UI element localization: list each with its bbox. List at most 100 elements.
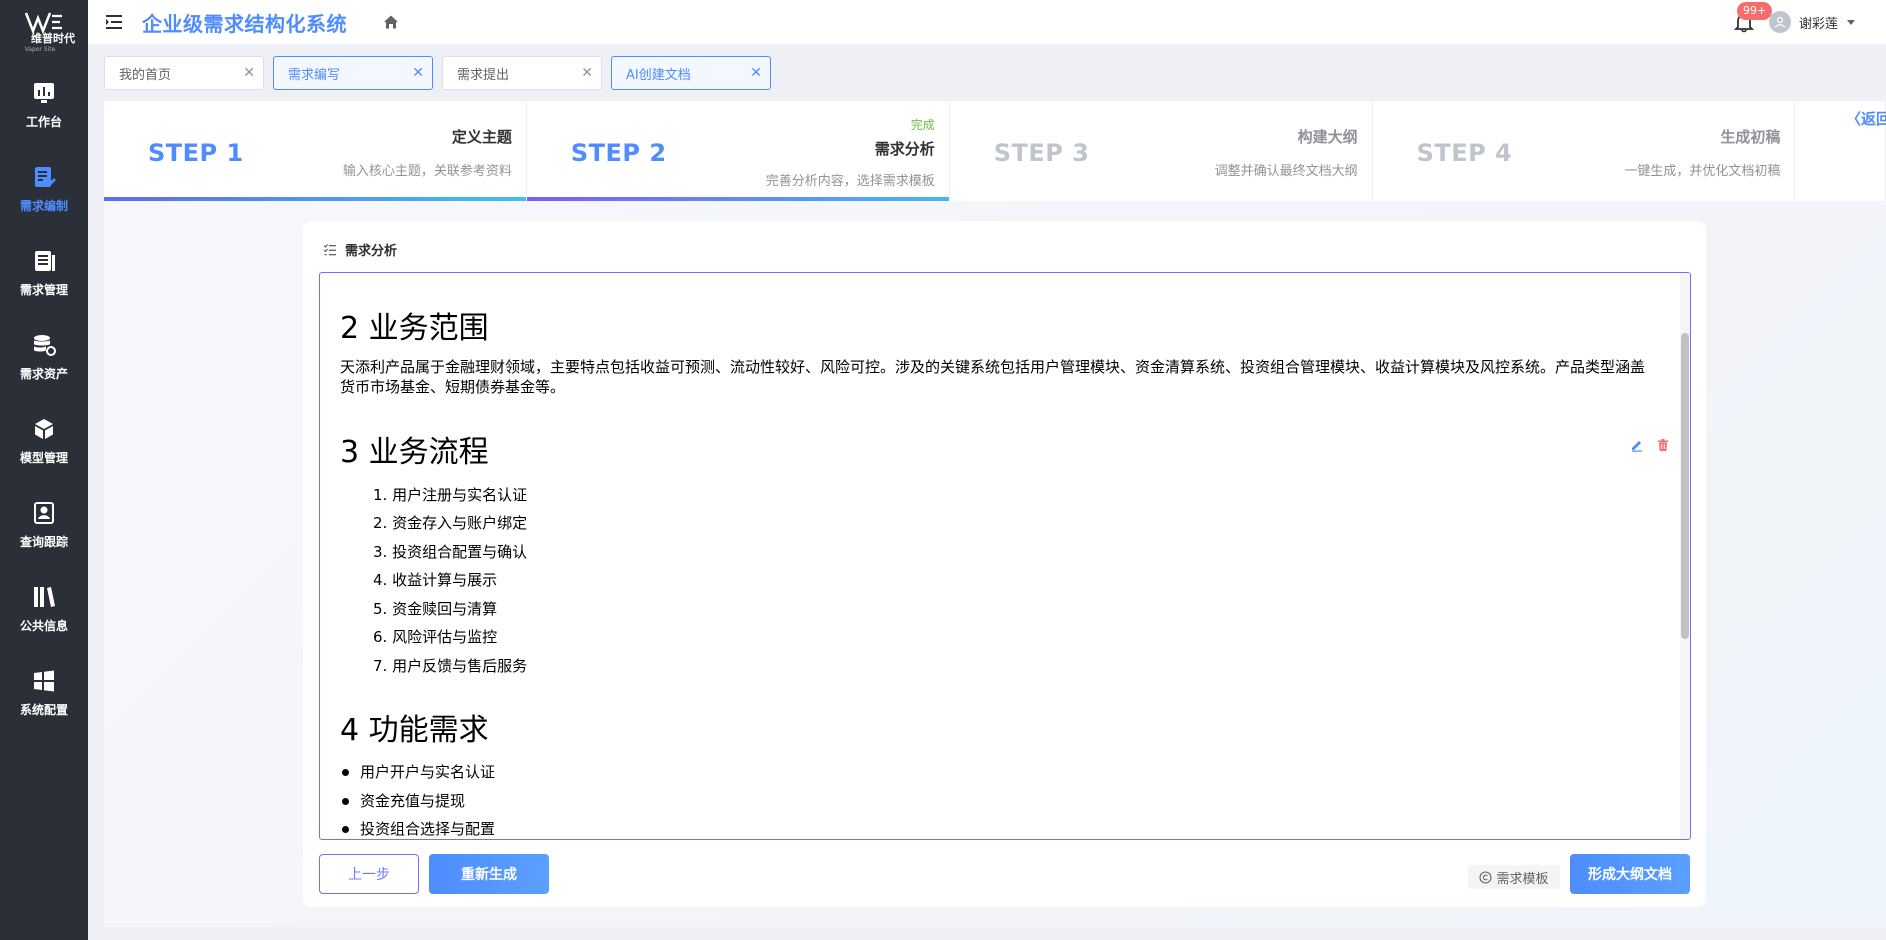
list-item: 4. 收益计算与展示 — [373, 571, 498, 589]
scrollbar-thumb[interactable] — [1681, 333, 1689, 639]
menu-toggle-icon[interactable] — [104, 12, 124, 32]
card-header: 需求分析 — [323, 240, 397, 259]
header-user-area: 99+ 谢彩莲 — [1733, 0, 1856, 44]
step-number: STEP 2 — [570, 139, 667, 167]
notification-bell[interactable]: 99+ — [1733, 2, 1773, 33]
home-icon[interactable] — [383, 14, 399, 30]
list-item: 3. 投资组合配置与确认 — [373, 543, 528, 561]
username[interactable]: 谢彩莲 — [1799, 13, 1838, 32]
top-header: 企业级需求结构化系统 99+ 谢彩莲 — [88, 0, 1886, 44]
step-description: 调整并确认最终文档大纲 — [1214, 164, 1358, 179]
close-icon[interactable]: ✕ — [412, 65, 424, 81]
copyright-icon — [1479, 870, 1493, 884]
step-number: STEP 3 — [993, 139, 1090, 167]
cube-icon — [30, 415, 58, 443]
section-tools — [1630, 437, 1670, 452]
template-button-label: 需求模板 — [1496, 871, 1549, 887]
sidebar-item-public-info[interactable]: 公共信息 — [0, 566, 88, 650]
sidebar-item-requirement-assets[interactable]: 需求资产 — [0, 314, 88, 398]
tab-label: 需求提出 — [457, 67, 510, 83]
step-title: 定义主题 — [451, 128, 512, 146]
logo-subtext: Vapor Site — [24, 45, 56, 53]
tab-requirement-writing[interactable]: 需求编写 ✕ — [273, 56, 433, 90]
sidebar-item-label: 模型管理 — [19, 450, 68, 465]
notification-badge: 99+ — [1736, 2, 1773, 20]
sidebar-item-requirement-writing[interactable]: 需求编制 — [0, 146, 88, 230]
section-heading: 3 业务流程 — [340, 435, 489, 470]
search-person-icon — [30, 499, 58, 527]
app-title: 企业级需求结构化系统 — [142, 11, 347, 36]
step-title: 构建大纲 — [1297, 128, 1358, 146]
sidebar: 维普时代 Vapor Site 工作台 需求编制 需求管理 需求资产 模型管理 — [0, 0, 88, 940]
chevron-left-icon: 〈 — [1846, 110, 1862, 128]
tab-label: 我的首页 — [119, 67, 172, 83]
caret-down-icon[interactable] — [1846, 17, 1856, 27]
analysis-card: 需求分析 2 业务范围 天添利产品属于金融理财领域，主要特点包括收益可预测、流动… — [303, 221, 1706, 907]
form-outline-document-button[interactable]: 形成大纲文档 — [1570, 854, 1690, 894]
list-item: 资金充值与提现 — [341, 792, 466, 810]
user-icon — [1774, 16, 1786, 28]
step-description: 完善分析内容，选择需求模板 — [765, 174, 935, 189]
list-item: 2. 资金存入与账户绑定 — [373, 514, 528, 532]
step-3[interactable]: STEP 3 构建大纲 调整并确认最终文档大纲 — [949, 101, 1372, 201]
step-title: 生成初稿 — [1720, 128, 1781, 146]
list-item: 7. 用户反馈与售后服务 — [373, 657, 528, 675]
requirement-template-button[interactable]: 需求模板 — [1468, 865, 1560, 889]
tab-ai-create-document[interactable]: AI创建文档 ✕ — [611, 56, 771, 90]
logo: 维普时代 Vapor Site — [0, 0, 88, 62]
sidebar-item-label: 系统配置 — [19, 702, 68, 717]
logo-text: 维普时代 — [31, 31, 75, 45]
close-icon[interactable]: ✕ — [581, 65, 593, 81]
back-label: 返回 — [1861, 110, 1886, 128]
sidebar-item-label: 需求管理 — [19, 282, 68, 297]
tab-requirement-proposal[interactable]: 需求提出 ✕ — [442, 56, 602, 90]
close-icon[interactable]: ✕ — [750, 65, 762, 81]
sidebar-item-requirement-management[interactable]: 需求管理 — [0, 230, 88, 314]
list-item: 1. 用户注册与实名认证 — [373, 486, 528, 504]
previous-step-button[interactable]: 上一步 — [319, 854, 419, 894]
step-wizard: STEP 1 定义主题 输入核心主题，关联参考资料 STEP 2 完成 需求分析… — [104, 101, 1886, 201]
section-body: 天添利产品属于金融理财领域，主要特点包括收益可预测、流动性较好、风险可控。涉及的… — [340, 358, 1646, 396]
step-title: 需求分析 — [874, 140, 935, 158]
sidebar-item-label: 工作台 — [25, 114, 62, 129]
tab-label: AI创建文档 — [626, 67, 691, 83]
avatar[interactable] — [1768, 11, 1791, 33]
scrollbar-track — [1680, 273, 1690, 839]
sidebar-item-query-tracking[interactable]: 查询跟踪 — [0, 482, 88, 566]
sidebar-item-workbench[interactable]: 工作台 — [0, 62, 88, 146]
step-2[interactable]: STEP 2 完成 需求分析 完善分析内容，选择需求模板 — [526, 101, 949, 201]
list-item: 用户开户与实名认证 — [341, 763, 496, 781]
close-icon[interactable]: ✕ — [243, 65, 255, 81]
tab-label: 需求编写 — [288, 67, 341, 83]
regenerate-button[interactable]: 重新生成 — [429, 854, 549, 894]
sidebar-item-label: 需求编制 — [19, 198, 68, 213]
step-status: 完成 — [910, 118, 935, 132]
step-4[interactable]: STEP 4 生成初稿 一键生成，并优化文档初稿 — [1372, 101, 1795, 201]
list-item: 5. 资金赎回与清算 — [373, 600, 498, 618]
books-icon — [30, 583, 58, 611]
section-heading: 4 功能需求 — [340, 713, 489, 748]
sidebar-item-model-management[interactable]: 模型管理 — [0, 398, 88, 482]
document-list-icon — [30, 247, 58, 275]
step-number: STEP 4 — [1416, 139, 1513, 167]
analysis-editor[interactable]: 2 业务范围 天添利产品属于金融理财领域，主要特点包括收益可预测、流动性较好、风… — [319, 272, 1691, 840]
delete-trash-icon[interactable] — [1656, 437, 1670, 451]
edit-pencil-icon[interactable] — [1630, 437, 1644, 452]
card-title: 需求分析 — [345, 244, 398, 259]
step-description: 一键生成，并优化文档初稿 — [1624, 164, 1781, 179]
sidebar-item-label: 查询跟踪 — [19, 534, 68, 549]
list-item: 6. 风险评估与监控 — [373, 628, 498, 646]
sidebar-item-label: 公共信息 — [19, 618, 68, 633]
sidebar-item-label: 需求资产 — [19, 366, 68, 381]
step-number: STEP 1 — [148, 139, 244, 167]
checklist-icon — [323, 243, 336, 255]
back-link[interactable]: 〈返回 — [1846, 108, 1886, 129]
section-heading: 2 业务范围 — [340, 311, 489, 346]
edit-document-icon — [30, 163, 58, 191]
step-description: 输入核心主题，关联参考资料 — [342, 164, 512, 179]
sidebar-item-system-config[interactable]: 系统配置 — [0, 650, 88, 734]
dashboard-icon — [30, 79, 58, 107]
tab-home[interactable]: 我的首页 ✕ — [104, 56, 264, 90]
step-1[interactable]: STEP 1 定义主题 输入核心主题，关联参考资料 — [104, 101, 526, 201]
windows-icon — [30, 667, 58, 695]
